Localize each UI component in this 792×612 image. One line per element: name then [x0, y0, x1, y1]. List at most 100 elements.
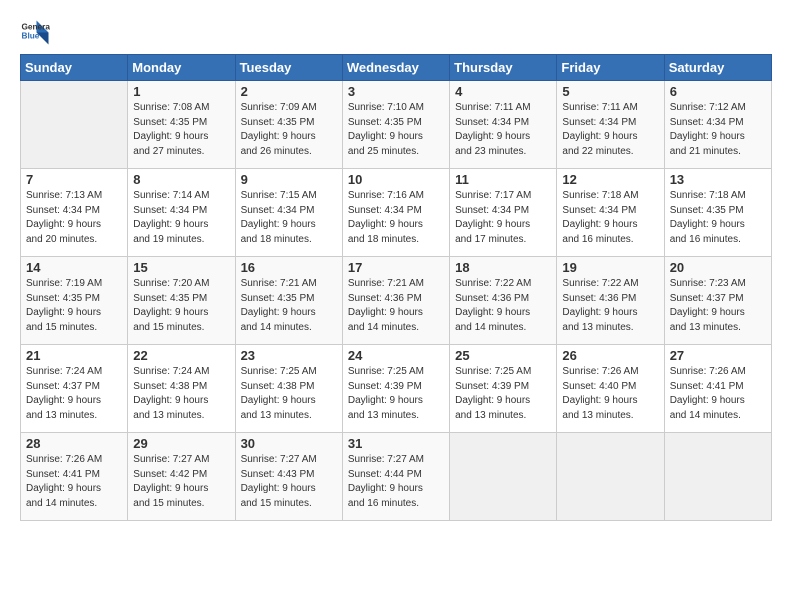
calendar-week-row: 14 Sunrise: 7:19 AM Sunset: 4:35 PM Dayli… [21, 257, 772, 345]
day-info: Sunrise: 7:21 AM Sunset: 4:35 PM Dayligh… [241, 277, 337, 335]
calendar-cell [450, 433, 557, 521]
calendar-cell: 3 Sunrise: 7:10 AM Sunset: 4:35 PM Daylig… [342, 81, 449, 169]
day-number: 29 [133, 436, 229, 451]
calendar-cell: 28 Sunrise: 7:26 AM Sunset: 4:41 PM Dayli… [21, 433, 128, 521]
day-number: 7 [26, 172, 122, 187]
day-number: 10 [348, 172, 444, 187]
calendar-cell: 11 Sunrise: 7:17 AM Sunset: 4:34 PM Dayli… [450, 169, 557, 257]
calendar-cell: 12 Sunrise: 7:18 AM Sunset: 4:34 PM Dayli… [557, 169, 664, 257]
calendar-table: SundayMondayTuesdayWednesdayThursdayFrid… [20, 54, 772, 521]
calendar-header-row: SundayMondayTuesdayWednesdayThursdayFrid… [21, 55, 772, 81]
calendar-cell: 4Sunrise: 7:11 AM Sunset: 4:34 PM Daylig… [450, 81, 557, 169]
day-info: Sunrise: 7:12 AM Sunset: 4:34 PM Dayligh… [670, 101, 766, 159]
day-number: 13 [670, 172, 766, 187]
day-number: 8 [133, 172, 229, 187]
calendar-cell: 26 Sunrise: 7:26 AM Sunset: 4:40 PM Dayli… [557, 345, 664, 433]
calendar-cell: 7 Sunrise: 7:13 AM Sunset: 4:34 PM Daylig… [21, 169, 128, 257]
calendar-cell: 23Sunrise: 7:25 AM Sunset: 4:38 PM Dayli… [235, 345, 342, 433]
day-number: 12 [562, 172, 658, 187]
day-info: Sunrise: 7:25 AM Sunset: 4:39 PM Dayligh… [455, 365, 551, 423]
calendar-cell: 24 Sunrise: 7:25 AM Sunset: 4:39 PM Dayli… [342, 345, 449, 433]
day-info: Sunrise: 7:27 AM Sunset: 4:42 PM Dayligh… [133, 453, 229, 511]
day-info: Sunrise: 7:15 AM Sunset: 4:34 PM Dayligh… [241, 189, 337, 247]
day-info: Sunrise: 7:11 AM Sunset: 4:34 PM Dayligh… [562, 101, 658, 159]
day-number: 22 [133, 348, 229, 363]
calendar-week-row: 7 Sunrise: 7:13 AM Sunset: 4:34 PM Daylig… [21, 169, 772, 257]
day-number: 16 [241, 260, 337, 275]
day-number: 5 [562, 84, 658, 99]
calendar-cell: 25Sunrise: 7:25 AM Sunset: 4:39 PM Dayli… [450, 345, 557, 433]
day-info: Sunrise: 7:11 AM Sunset: 4:34 PM Dayligh… [455, 101, 551, 159]
day-info: Sunrise: 7:25 AM Sunset: 4:38 PM Dayligh… [241, 365, 337, 423]
day-info: Sunrise: 7:20 AM Sunset: 4:35 PM Dayligh… [133, 277, 229, 335]
day-info: Sunrise: 7:22 AM Sunset: 4:36 PM Dayligh… [455, 277, 551, 335]
day-number: 27 [670, 348, 766, 363]
day-info: Sunrise: 7:26 AM Sunset: 4:41 PM Dayligh… [670, 365, 766, 423]
day-number: 17 [348, 260, 444, 275]
calendar-week-row: 28 Sunrise: 7:26 AM Sunset: 4:41 PM Dayli… [21, 433, 772, 521]
calendar-cell: 29 Sunrise: 7:27 AM Sunset: 4:42 PM Dayli… [128, 433, 235, 521]
day-info: Sunrise: 7:26 AM Sunset: 4:40 PM Dayligh… [562, 365, 658, 423]
day-info: Sunrise: 7:24 AM Sunset: 4:37 PM Dayligh… [26, 365, 122, 423]
day-info: Sunrise: 7:22 AM Sunset: 4:36 PM Dayligh… [562, 277, 658, 335]
calendar-header-saturday: Saturday [664, 55, 771, 81]
day-number: 9 [241, 172, 337, 187]
day-info: Sunrise: 7:23 AM Sunset: 4:37 PM Dayligh… [670, 277, 766, 335]
day-number: 31 [348, 436, 444, 451]
day-info: Sunrise: 7:18 AM Sunset: 4:34 PM Dayligh… [562, 189, 658, 247]
calendar-cell [21, 81, 128, 169]
day-number: 11 [455, 172, 551, 187]
calendar-cell [664, 433, 771, 521]
day-info: Sunrise: 7:27 AM Sunset: 4:43 PM Dayligh… [241, 453, 337, 511]
day-number: 18 [455, 260, 551, 275]
day-number: 28 [26, 436, 122, 451]
day-info: Sunrise: 7:24 AM Sunset: 4:38 PM Dayligh… [133, 365, 229, 423]
calendar-cell: 19 Sunrise: 7:22 AM Sunset: 4:36 PM Dayli… [557, 257, 664, 345]
day-number: 1 [133, 84, 229, 99]
calendar-header-tuesday: Tuesday [235, 55, 342, 81]
calendar-cell [557, 433, 664, 521]
calendar-header-wednesday: Wednesday [342, 55, 449, 81]
calendar-cell: 31 Sunrise: 7:27 AM Sunset: 4:44 PM Dayli… [342, 433, 449, 521]
day-number: 2 [241, 84, 337, 99]
svg-text:Blue: Blue [22, 32, 40, 41]
day-info: Sunrise: 7:17 AM Sunset: 4:34 PM Dayligh… [455, 189, 551, 247]
day-info: Sunrise: 7:27 AM Sunset: 4:44 PM Dayligh… [348, 453, 444, 511]
day-number: 19 [562, 260, 658, 275]
calendar-cell: 1 Sunrise: 7:08 AM Sunset: 4:35 PM Daylig… [128, 81, 235, 169]
page: General Blue SundayMondayTuesdayWednesda… [0, 0, 792, 612]
day-info: Sunrise: 7:26 AM Sunset: 4:41 PM Dayligh… [26, 453, 122, 511]
day-number: 26 [562, 348, 658, 363]
calendar-cell: 17 Sunrise: 7:21 AM Sunset: 4:36 PM Dayli… [342, 257, 449, 345]
svg-text:General: General [22, 23, 51, 32]
day-info: Sunrise: 7:21 AM Sunset: 4:36 PM Dayligh… [348, 277, 444, 335]
calendar-week-row: 21Sunrise: 7:24 AM Sunset: 4:37 PM Dayli… [21, 345, 772, 433]
day-number: 3 [348, 84, 444, 99]
day-info: Sunrise: 7:19 AM Sunset: 4:35 PM Dayligh… [26, 277, 122, 335]
calendar-cell: 9 Sunrise: 7:15 AM Sunset: 4:34 PM Daylig… [235, 169, 342, 257]
day-info: Sunrise: 7:18 AM Sunset: 4:35 PM Dayligh… [670, 189, 766, 247]
calendar-header-sunday: Sunday [21, 55, 128, 81]
day-info: Sunrise: 7:14 AM Sunset: 4:34 PM Dayligh… [133, 189, 229, 247]
calendar-cell: 6Sunrise: 7:12 AM Sunset: 4:34 PM Daylig… [664, 81, 771, 169]
calendar-cell: 13 Sunrise: 7:18 AM Sunset: 4:35 PM Dayli… [664, 169, 771, 257]
day-info: Sunrise: 7:25 AM Sunset: 4:39 PM Dayligh… [348, 365, 444, 423]
day-info: Sunrise: 7:16 AM Sunset: 4:34 PM Dayligh… [348, 189, 444, 247]
calendar-cell: 30Sunrise: 7:27 AM Sunset: 4:43 PM Dayli… [235, 433, 342, 521]
day-number: 15 [133, 260, 229, 275]
header: General Blue [20, 16, 772, 46]
day-number: 24 [348, 348, 444, 363]
calendar-header-monday: Monday [128, 55, 235, 81]
calendar-header-thursday: Thursday [450, 55, 557, 81]
calendar-cell: 15 Sunrise: 7:20 AM Sunset: 4:35 PM Dayli… [128, 257, 235, 345]
calendar-cell: 8 Sunrise: 7:14 AM Sunset: 4:34 PM Daylig… [128, 169, 235, 257]
day-info: Sunrise: 7:13 AM Sunset: 4:34 PM Dayligh… [26, 189, 122, 247]
calendar-cell: 20Sunrise: 7:23 AM Sunset: 4:37 PM Dayli… [664, 257, 771, 345]
day-info: Sunrise: 7:08 AM Sunset: 4:35 PM Dayligh… [133, 101, 229, 159]
calendar-cell: 16 Sunrise: 7:21 AM Sunset: 4:35 PM Dayli… [235, 257, 342, 345]
calendar-cell: 21Sunrise: 7:24 AM Sunset: 4:37 PM Dayli… [21, 345, 128, 433]
calendar-cell: 18 Sunrise: 7:22 AM Sunset: 4:36 PM Dayli… [450, 257, 557, 345]
day-number: 14 [26, 260, 122, 275]
day-info: Sunrise: 7:10 AM Sunset: 4:35 PM Dayligh… [348, 101, 444, 159]
day-info: Sunrise: 7:09 AM Sunset: 4:35 PM Dayligh… [241, 101, 337, 159]
